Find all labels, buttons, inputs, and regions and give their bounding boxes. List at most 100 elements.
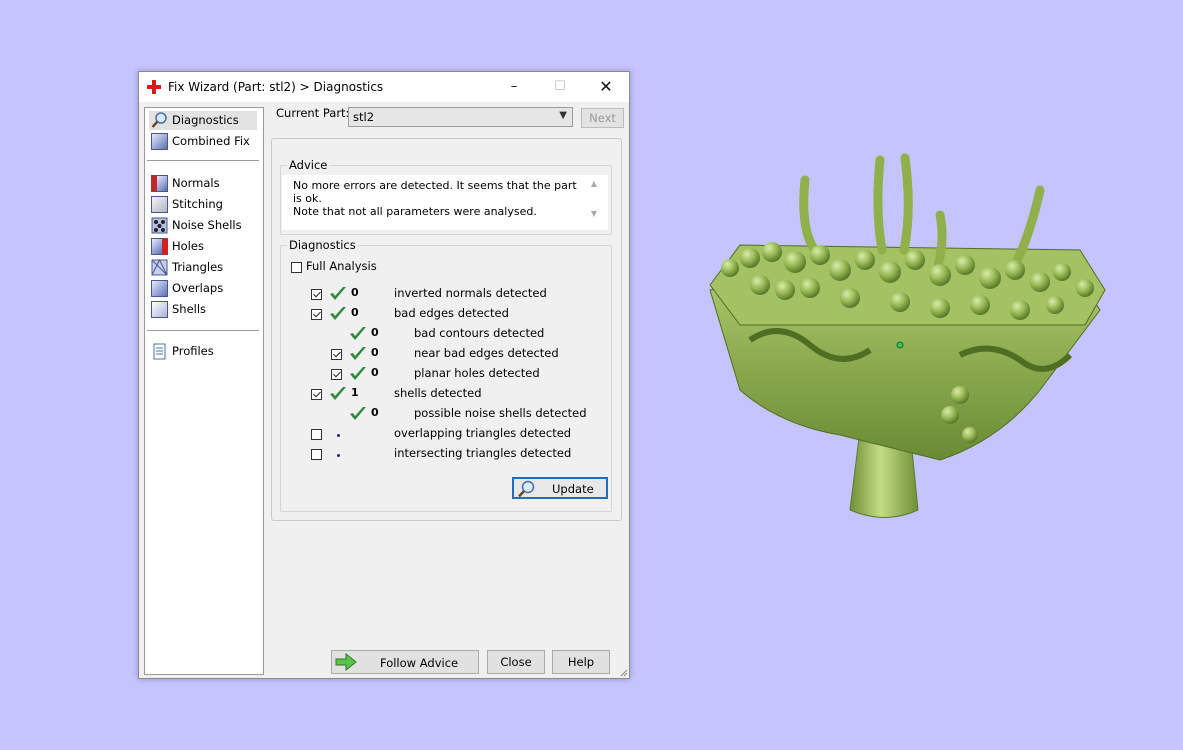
- green-check-icon: [350, 327, 366, 340]
- advice-line-1: No more errors are detected. It seems th…: [293, 179, 577, 205]
- diagnostic-checkbox[interactable]: [311, 289, 322, 300]
- diagnostic-checkbox[interactable]: [311, 449, 322, 460]
- model-viewport[interactable]: [700, 140, 1120, 530]
- full-analysis-checkbox[interactable]: [291, 262, 302, 273]
- red-cross-app-icon: [147, 80, 161, 94]
- diagnostic-checkbox[interactable]: [311, 429, 322, 440]
- sidebar-item-profiles[interactable]: Profiles: [149, 342, 257, 361]
- title-bar[interactable]: Fix Wizard (Part: stl2) > Diagnostics – …: [139, 72, 629, 102]
- full-analysis-label: Full Analysis: [306, 259, 377, 273]
- wizard-sidebar: Diagnostics Combined Fix Normals Stitchi…: [144, 107, 264, 675]
- minimize-button[interactable]: –: [491, 72, 537, 102]
- sidebar-item-noise-shells[interactable]: Noise Shells: [149, 216, 257, 235]
- diagnostic-label: possible noise shells detected: [414, 406, 587, 420]
- chevron-down-icon: ▼: [559, 110, 567, 121]
- advice-text: No more errors are detected. It seems th…: [293, 179, 583, 218]
- sidebar-item-label: Shells: [172, 302, 207, 316]
- triangles-cube-icon: [151, 259, 168, 276]
- green-check-icon: [330, 307, 346, 320]
- sidebar-item-overlaps[interactable]: Overlaps: [149, 279, 257, 298]
- status-dot-icon: [337, 434, 340, 437]
- advice-textbox[interactable]: No more errors are detected. It seems th…: [282, 175, 608, 230]
- status-dot-icon: [337, 454, 340, 457]
- close-window-button[interactable]: ✕: [583, 72, 629, 102]
- diagnostic-label: inverted normals detected: [394, 286, 547, 300]
- sidebar-item-label: Triangles: [172, 260, 224, 274]
- diagnostic-label: near bad edges detected: [414, 346, 559, 360]
- diagnostic-label: planar holes detected: [414, 366, 540, 380]
- follow-advice-label: Follow Advice: [380, 656, 459, 670]
- sidebar-item-label: Normals: [172, 176, 220, 190]
- diagnostic-label: bad edges detected: [394, 306, 509, 320]
- diagnostic-label: intersecting triangles detected: [394, 446, 572, 460]
- magnifier-icon: [151, 112, 167, 128]
- next-button[interactable]: Next: [581, 108, 624, 128]
- sidebar-item-label: Holes: [172, 239, 204, 253]
- diagnostic-count: 0: [371, 406, 379, 419]
- current-part-value: stl2: [353, 110, 375, 124]
- sidebar-item-triangles[interactable]: Triangles: [149, 258, 257, 277]
- sidebar-item-normals[interactable]: Normals: [149, 174, 257, 193]
- overlaps-cube-icon: [151, 280, 168, 297]
- sidebar-item-combined-fix[interactable]: Combined Fix: [149, 132, 257, 151]
- update-button[interactable]: Update: [512, 477, 608, 499]
- sidebar-item-shells[interactable]: Shells: [149, 300, 257, 319]
- shells-cube-icon: [151, 301, 168, 318]
- maximize-button[interactable]: ☐: [537, 72, 583, 102]
- document-icon: [153, 343, 166, 360]
- magnifier-icon: [518, 480, 535, 498]
- update-button-label: Update: [552, 482, 594, 496]
- stitching-cube-icon: [151, 196, 168, 213]
- sidebar-item-label: Noise Shells: [172, 218, 242, 232]
- diagnostics-panel: Advice No more errors are detected. It s…: [271, 138, 622, 521]
- sidebar-item-label: Overlaps: [172, 281, 224, 295]
- green-arrow-icon: [335, 653, 357, 671]
- diagnostic-label: bad contours detected: [414, 326, 545, 340]
- fix-wizard-window: Fix Wizard (Part: stl2) > Diagnostics – …: [138, 71, 630, 679]
- diagnostic-count: 0: [351, 306, 359, 319]
- normals-cube-icon: [151, 175, 168, 192]
- advice-group: Advice No more errors are detected. It s…: [280, 158, 612, 235]
- advice-title: Advice: [287, 158, 330, 172]
- sidebar-item-holes[interactable]: Holes: [149, 237, 257, 256]
- holes-cube-icon: [151, 238, 168, 255]
- noise-shells-icon: [151, 217, 168, 234]
- diagnostic-checkbox[interactable]: [331, 349, 342, 360]
- green-check-icon: [330, 387, 346, 400]
- diagnostic-count: 0: [351, 286, 359, 299]
- sidebar-item-stitching[interactable]: Stitching: [149, 195, 257, 214]
- diagnostics-title: Diagnostics: [287, 238, 358, 252]
- diagnostic-count: 0: [371, 326, 379, 339]
- advice-line-2: Note that not all parameters were analys…: [293, 205, 537, 218]
- resize-grip-icon[interactable]: [618, 667, 628, 677]
- diagnostic-label: overlapping triangles detected: [394, 426, 572, 440]
- current-part-dropdown[interactable]: stl2 ▼: [348, 107, 573, 127]
- cube-icon: [151, 133, 168, 150]
- sidebar-divider: [147, 330, 259, 331]
- sidebar-item-label: Stitching: [172, 197, 223, 211]
- sidebar-divider: [147, 160, 259, 161]
- green-check-icon: [350, 367, 366, 380]
- diagnostic-checkbox[interactable]: [311, 389, 322, 400]
- green-check-icon: [350, 407, 366, 420]
- diagnostic-count: 0: [371, 366, 379, 379]
- 3d-model: [709, 153, 1106, 518]
- sidebar-item-diagnostics[interactable]: Diagnostics: [149, 111, 257, 130]
- green-check-icon: [350, 347, 366, 360]
- green-check-icon: [330, 287, 346, 300]
- diagnostic-label: shells detected: [394, 386, 482, 400]
- sidebar-item-label: Profiles: [172, 344, 214, 358]
- diagnostic-count: 1: [351, 386, 359, 399]
- window-title: Fix Wizard (Part: stl2) > Diagnostics: [168, 80, 384, 94]
- current-part-label: Current Part:: [276, 106, 350, 120]
- follow-advice-button[interactable]: Follow Advice: [331, 650, 479, 674]
- diagnostics-group: Diagnostics Full Analysis 0 inverted norm…: [280, 238, 612, 512]
- close-button[interactable]: Close: [487, 650, 545, 674]
- sidebar-item-label: Diagnostics: [172, 113, 239, 127]
- help-button[interactable]: Help: [552, 650, 610, 674]
- diagnostic-checkbox[interactable]: [331, 369, 342, 380]
- sidebar-item-label: Combined Fix: [172, 134, 250, 148]
- diagnostic-checkbox[interactable]: [311, 309, 322, 320]
- diagnostic-count: 0: [371, 346, 379, 359]
- advice-scrollbar[interactable]: ▲ ▼: [588, 179, 600, 225]
